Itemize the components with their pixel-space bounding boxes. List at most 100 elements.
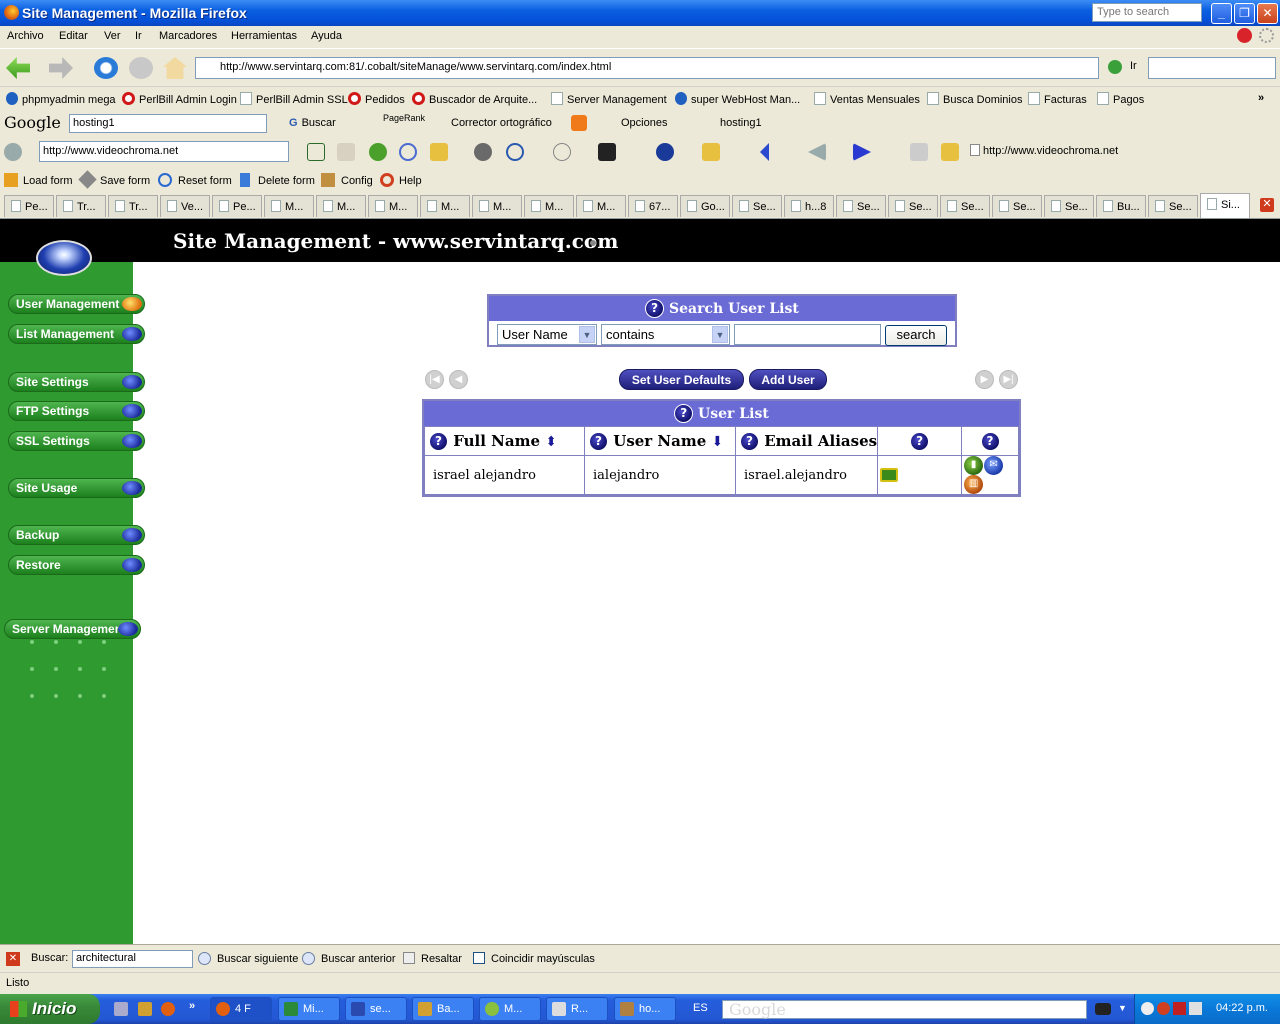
help-button[interactable]: Help [380,173,422,187]
menu-herramientas[interactable]: Herramientas [231,30,297,42]
sort-down-icon[interactable]: ⬇ [712,434,724,450]
highlight-button[interactable]: Resaltar [403,952,462,965]
go-icon[interactable] [1108,60,1122,74]
help-icon[interactable]: ? [674,404,694,423]
taskbar-item[interactable]: Mi... [278,997,340,1021]
search-engine-field[interactable] [1148,57,1276,79]
menu-ayuda[interactable]: Ayuda [311,30,342,42]
language-indicator[interactable]: ES [693,1002,708,1014]
menu-ir[interactable]: Ir [135,30,142,42]
close-window-button[interactable]: ✕ [1257,3,1278,24]
clover-icon[interactable] [369,143,387,161]
tab[interactable]: Tr... [56,195,106,217]
tray-chevron-icon[interactable]: ▼ [1118,1003,1127,1013]
network-icon[interactable] [1189,1002,1202,1015]
folder-icon[interactable] [702,143,720,161]
tab[interactable]: Se... [732,195,782,217]
sidebar-item-site-settings[interactable]: Site Settings [8,372,145,392]
tab[interactable]: Tr... [108,195,158,217]
taskbar-item[interactable]: R... [546,997,608,1021]
menu-marcadores[interactable]: Marcadores [159,30,217,42]
tab[interactable]: Go... [680,195,730,217]
sidebar-item-ssl-settings[interactable]: SSL Settings [8,431,145,451]
bookmark-item[interactable]: Pagos [1097,92,1144,106]
column-user-name[interactable]: ? User Name ⬇ [584,426,736,456]
stop-icon[interactable] [129,57,153,79]
address-bar[interactable]: http://www.servintarq.com:81/.cobalt/sit… [195,57,1099,79]
tab[interactable]: Se... [992,195,1042,217]
tab[interactable]: Se... [940,195,990,217]
quicklaunch-firefox-icon[interactable] [161,1002,175,1016]
tab[interactable]: M... [524,195,574,217]
last-page-icon[interactable]: ▶| [999,370,1018,389]
highlight-term-button[interactable]: hosting1 [720,117,762,129]
bookmark-item[interactable]: super WebHost Man... [675,92,800,106]
options-button[interactable]: Opciones [621,117,667,129]
pointer-icon[interactable] [553,143,571,161]
tab[interactable]: M... [368,195,418,217]
comment-icon[interactable] [399,143,417,161]
graduation-cap-icon[interactable] [598,143,616,161]
wand-icon[interactable] [910,143,928,161]
match-case-checkbox[interactable]: Coincidir mayúsculas [473,952,595,965]
back-arrow-icon[interactable] [1141,1002,1154,1015]
sidebar-item-restore[interactable]: Restore [8,555,145,575]
reload-icon[interactable] [94,57,118,79]
rewind-icon[interactable] [760,143,769,161]
find-next-button[interactable]: Buscar siguiente [198,952,298,965]
forward-icon[interactable] [49,57,73,79]
quicklaunch-more-icon[interactable]: » [189,1000,195,1012]
tab[interactable]: Pe... [212,195,262,217]
help-icon[interactable]: ? [980,431,1000,451]
taskbar-item-firefox[interactable]: 4 F [210,997,272,1021]
google-search-button[interactable]: G Buscar [289,117,336,129]
tab[interactable]: Pe... [4,195,54,217]
help-icon[interactable]: ? [740,431,759,451]
sidebar-item-backup[interactable]: Backup [8,525,145,545]
edit-icon[interactable]: ▮ [964,456,984,475]
close-findbar-icon[interactable]: ✕ [6,952,20,966]
tab[interactable]: M... [420,195,470,217]
mail-icon[interactable]: ✉ [984,456,1004,475]
quicklaunch-ie-icon[interactable] [114,1002,128,1016]
find-previous-button[interactable]: Buscar anterior [302,952,396,965]
column-full-name[interactable]: ? Full Name ⬍ [424,426,585,456]
taskbar-item[interactable]: Ba... [412,997,474,1021]
pencil-icon[interactable] [941,143,959,161]
add-user-button[interactable]: Add User [749,369,827,390]
tab-active[interactable]: Si... [1200,193,1250,218]
zoom-icon[interactable] [506,143,524,161]
taskbar-item[interactable]: ho... [614,997,676,1021]
column-email-aliases[interactable]: ? Email Aliases [734,426,879,456]
help-icon[interactable]: ? [910,431,930,451]
google-logo[interactable]: Google [4,113,61,132]
bookmark-item[interactable]: Server Management [551,92,667,106]
google-g-icon[interactable] [307,143,325,161]
first-page-icon[interactable]: |◀ [425,370,444,389]
close-tab-icon[interactable]: ✕ [1260,198,1274,212]
book-icon[interactable] [430,143,448,161]
start-button[interactable]: Inicio [0,994,100,1024]
site-url-link[interactable]: http://www.videochroma.net [970,144,1118,157]
bookmark-item[interactable]: PerlBill Admin Login [122,92,237,106]
set-user-defaults-button[interactable]: Set User Defaults [619,369,744,390]
tab[interactable]: M... [316,195,366,217]
find-input[interactable]: architectural [72,950,193,968]
tab[interactable]: M... [264,195,314,217]
bookmark-item[interactable]: Ventas Mensuales [814,92,920,106]
tray-icon[interactable] [1157,1002,1170,1015]
bookmark-item[interactable]: Pedidos [348,92,405,106]
tray-app-icon[interactable] [1095,1003,1111,1015]
previous-icon[interactable] [808,143,826,161]
sidebar-item-user-management[interactable]: User Management [8,294,145,314]
tab[interactable]: Se... [888,195,938,217]
tab[interactable]: Se... [1044,195,1094,217]
info-icon[interactable] [656,143,674,161]
tab[interactable]: Se... [1148,195,1198,217]
binoculars-icon[interactable] [474,143,492,161]
help-icon[interactable]: ? [589,431,608,451]
tab[interactable]: M... [472,195,522,217]
previous-page-icon[interactable]: ◀ [449,370,468,389]
restore-button[interactable]: ❐ [1234,3,1255,24]
tab[interactable]: Ve... [160,195,210,217]
